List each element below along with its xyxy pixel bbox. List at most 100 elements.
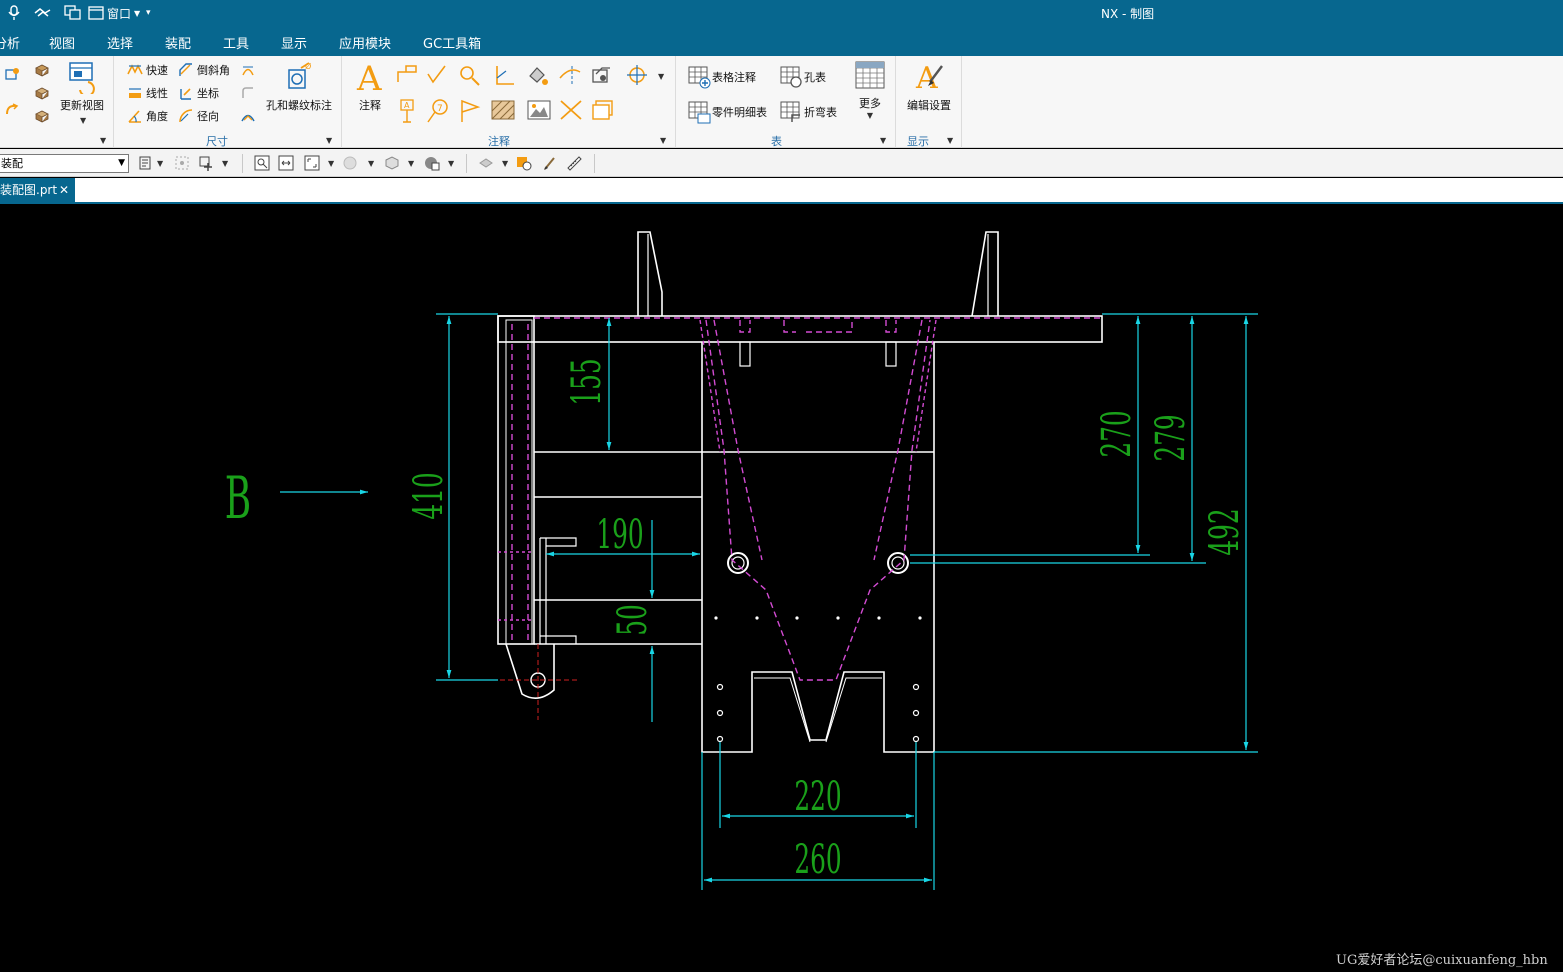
tab-assembly-drawing[interactable]: 装配图.prt ✕ (0, 178, 75, 203)
symbol-library-icon[interactable] (590, 98, 616, 122)
ribbon-group-dimension: 快速 线性 角度 倒斜角 坐标 径向 Ø 孔和螺纹标注 尺寸 ▼ (114, 56, 342, 148)
group-more-icon[interactable]: ▼ (100, 136, 106, 145)
graphics-window[interactable]: B 155 410 190 50 270 279 492 220 260 UG爱… (0, 204, 1563, 972)
close-icon[interactable]: ✕ (59, 178, 69, 203)
shaded-sphere-icon[interactable] (342, 155, 358, 171)
customize-quick-access-icon[interactable]: ▾ (146, 4, 151, 22)
update-view-button[interactable]: 更新视图 (58, 60, 106, 113)
radial-dimension-button[interactable]: 径向 (178, 108, 219, 124)
intersection-symbol-icon[interactable] (558, 98, 584, 122)
zoom-window-icon[interactable] (304, 155, 320, 171)
datum-target-icon[interactable] (492, 64, 516, 86)
angular-dimension-button[interactable]: 角度 (127, 108, 168, 124)
centerline-icon[interactable] (558, 64, 582, 86)
chevron-down-icon[interactable]: ▼ (368, 159, 374, 168)
radial-dimension-icon (179, 109, 193, 123)
chevron-down-icon: ▼ (866, 111, 874, 120)
menu-applications[interactable]: 应用模块 (339, 33, 391, 52)
chevron-down-icon[interactable]: ▼ (502, 159, 508, 168)
tabular-note-button[interactable]: 表格注释 (688, 65, 756, 89)
chevron-down-icon[interactable]: ▼ (328, 159, 334, 168)
edit-settings-button[interactable]: A 编辑设置 (904, 58, 954, 113)
group-more-icon[interactable]: ▼ (947, 136, 953, 145)
rapid-dimension-button[interactable]: 快速 (127, 62, 168, 78)
ordinate-dimension-label: 坐标 (197, 87, 219, 100)
select-all-icon[interactable] (174, 155, 190, 171)
fit-icon[interactable] (254, 155, 270, 171)
feature-control-frame-icon[interactable] (396, 64, 418, 84)
type-filter-icon[interactable] (138, 155, 154, 171)
display-group-label: 显示 (907, 135, 929, 148)
window-switch-icon[interactable] (64, 4, 82, 22)
chevron-down-icon[interactable]: ▼ (658, 72, 664, 81)
chevron-down-icon[interactable]: ▼ (408, 159, 414, 168)
chevron-down-icon[interactable]: ▼ (157, 159, 163, 168)
view-label-b: B (225, 465, 251, 532)
hole-thread-callout-button[interactable]: Ø 孔和螺纹标注 (262, 60, 336, 113)
linear-dimension-button[interactable]: 线性 (127, 85, 168, 101)
chamfer-dimension-button[interactable]: 倒斜角 (178, 62, 230, 78)
snap-point-icon[interactable] (198, 155, 214, 171)
ordinate-dimension-button[interactable]: 坐标 (178, 85, 219, 101)
window-menu[interactable]: 窗口 ▼ (88, 4, 140, 22)
menu-display[interactable]: 显示 (281, 33, 307, 52)
chevron-down-icon: ▼ (134, 8, 141, 18)
chevron-down-icon[interactable]: ▼ (222, 159, 228, 168)
dim-270: 270 (1093, 410, 1140, 457)
image-icon[interactable] (526, 98, 552, 122)
target-point-icon[interactable] (626, 64, 650, 86)
microphone-icon[interactable] (8, 4, 20, 22)
menu-view[interactable]: 视图 (49, 33, 75, 52)
bend-table-button[interactable]: 折弯表 (780, 100, 837, 124)
group-more-icon[interactable]: ▼ (660, 136, 666, 145)
note-button[interactable]: A 注释 (352, 58, 388, 113)
dim-50: 50 (609, 604, 656, 636)
menu-gc-toolkit[interactable]: GC工具箱 (423, 33, 481, 52)
target-flag-icon[interactable] (458, 98, 482, 124)
weld-symbol-icon[interactable] (590, 64, 614, 86)
ribbon-group-display: A 编辑设置 显示 ▼ (896, 56, 962, 148)
menu-tools[interactable]: 工具 (223, 33, 249, 52)
thickness-dimension-icon[interactable] (240, 62, 259, 78)
base-view-icon[interactable] (4, 66, 23, 82)
measure-icon[interactable] (566, 155, 582, 171)
group-more-icon[interactable]: ▼ (880, 136, 886, 145)
id-symbol-icon[interactable]: 7 (426, 98, 450, 124)
detail-view-icon[interactable] (34, 108, 53, 124)
more-button[interactable]: 更多 ▼ (852, 60, 888, 120)
orient-view-icon[interactable] (384, 155, 400, 171)
left-lug (637, 231, 663, 316)
command-finder-icon[interactable] (34, 4, 52, 22)
hole-table-button[interactable]: 孔表 (780, 65, 826, 89)
fill-area-icon[interactable] (526, 64, 550, 86)
selection-scope-dropdown[interactable]: 装配 ▼ (0, 154, 129, 173)
note-label: 注释 (359, 99, 381, 112)
ordinate-dimension-icon (180, 88, 191, 100)
parts-list-button[interactable]: 零件明细表 (688, 100, 767, 124)
ribbon: 更新视图 ▼ ▼ 快速 线性 角度 倒斜角 坐标 径向 Ø 孔和螺纹标注 尺寸 … (0, 56, 1563, 148)
section-view-icon[interactable] (34, 85, 53, 101)
render-style-icon[interactable] (424, 155, 440, 171)
svg-text:Ø: Ø (305, 61, 311, 71)
menu-analysis[interactable]: 分析 (0, 33, 20, 52)
arc-length-dimension-icon[interactable] (240, 85, 259, 101)
chevron-down-icon[interactable]: ▼ (448, 159, 454, 168)
layer-visibility-icon[interactable] (478, 155, 494, 171)
selection-scope-value: 装配 (1, 157, 23, 170)
edit-section-icon[interactable] (516, 155, 532, 171)
brush-icon[interactable] (542, 155, 558, 171)
projected-view-icon[interactable] (34, 62, 53, 78)
detail-zoom-icon[interactable] (458, 64, 482, 86)
perimeter-dimension-icon[interactable] (240, 108, 259, 124)
surface-finish-icon[interactable] (426, 64, 448, 84)
pan-icon[interactable] (278, 155, 294, 171)
window-icon (88, 6, 104, 20)
group-more-icon[interactable]: ▼ (326, 136, 332, 145)
watermark: UG爱好者论坛@cuixuanfeng_hbn (1336, 953, 1548, 968)
datum-feature-icon[interactable]: A (398, 98, 418, 124)
menu-assembly[interactable]: 装配 (165, 33, 191, 52)
hatch-icon[interactable] (490, 98, 516, 122)
drawing-sheet[interactable]: B 155 410 190 50 270 279 492 220 260 (0, 204, 1563, 972)
menu-select[interactable]: 选择 (107, 33, 133, 52)
view-break-icon[interactable] (4, 102, 23, 118)
